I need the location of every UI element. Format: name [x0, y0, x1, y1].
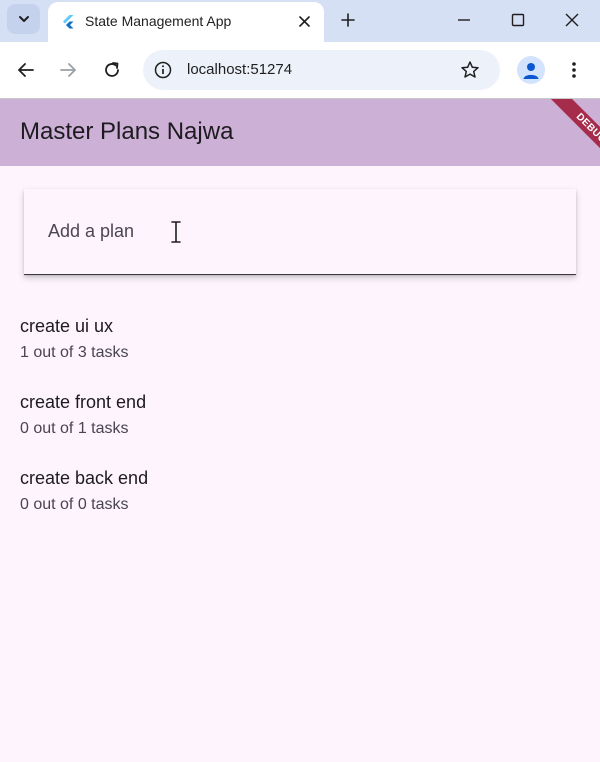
close-icon	[565, 13, 579, 27]
browser-tab[interactable]: State Management App	[48, 2, 324, 42]
new-tab-button[interactable]	[335, 7, 361, 33]
list-item[interactable]: create back end 0 out of 0 tasks	[0, 468, 600, 538]
maximize-icon	[511, 13, 525, 27]
debug-banner: DEBUG	[526, 99, 600, 166]
avatar-icon	[523, 63, 539, 79]
browser-tabstrip: State Management App	[0, 0, 600, 42]
debug-label: DEBUG	[546, 99, 600, 166]
tab-title: State Management App	[85, 13, 232, 29]
back-button[interactable]	[12, 56, 40, 84]
plan-progress: 0 out of 0 tasks	[20, 496, 129, 513]
close-icon	[298, 15, 310, 27]
minimize-button[interactable]	[444, 4, 484, 36]
list-item[interactable]: create front end 0 out of 1 tasks	[0, 392, 600, 462]
profile-button[interactable]	[517, 56, 545, 84]
tab-search-button[interactable]	[7, 4, 40, 34]
page-title: Master Plans Najwa	[20, 118, 234, 145]
tab-close-button[interactable]	[294, 11, 314, 31]
maximize-button[interactable]	[498, 4, 538, 36]
reload-button[interactable]	[98, 56, 126, 84]
forward-button[interactable]	[54, 56, 82, 84]
reload-icon	[105, 62, 119, 77]
add-plan-card	[24, 189, 576, 275]
text-cursor-icon	[171, 221, 181, 243]
flutter-icon	[63, 15, 74, 29]
url-text: localhost:51274	[187, 61, 293, 78]
add-plan-input[interactable]	[24, 189, 576, 274]
address-bar[interactable]: localhost:51274	[143, 50, 500, 90]
chevron-down-icon	[18, 16, 29, 22]
list-item[interactable]: create ui ux 1 out of 3 tasks	[0, 316, 600, 386]
app-bar: Master Plans Najwa DEBUG	[0, 99, 600, 166]
arrow-right-icon	[60, 63, 76, 77]
minimize-icon	[458, 19, 470, 21]
plus-icon	[341, 13, 355, 27]
bookmark-button[interactable]	[459, 59, 481, 81]
window-close-button[interactable]	[552, 4, 592, 36]
plan-title: create ui ux	[20, 316, 114, 336]
arrow-left-icon	[18, 63, 34, 77]
plan-progress: 1 out of 3 tasks	[20, 344, 129, 361]
more-vert-icon	[572, 62, 576, 78]
info-icon	[154, 61, 172, 79]
plan-progress: 0 out of 1 tasks	[20, 420, 129, 437]
site-info-button[interactable]	[153, 60, 173, 80]
star-icon	[461, 61, 479, 78]
browser-menu-button[interactable]	[560, 56, 588, 84]
plan-title: create front end	[20, 392, 147, 412]
plan-title: create back end	[20, 468, 149, 488]
browser-toolbar: localhost:51274	[0, 42, 600, 98]
